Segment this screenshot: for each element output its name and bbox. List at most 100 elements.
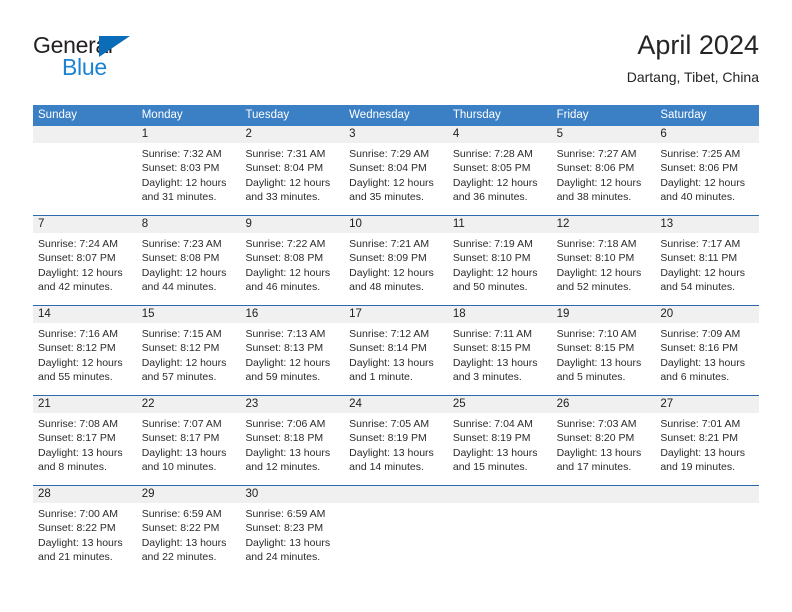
daylight-text-line1: Daylight: 13 hours bbox=[141, 536, 227, 549]
sunset-text: Sunset: 8:19 PM bbox=[349, 432, 427, 445]
weekday-sunday: Sunday bbox=[38, 109, 78, 121]
calendar-week-row: 7 Sunrise: 7:24 AM Sunset: 8:07 PM Dayli… bbox=[33, 215, 760, 305]
sunrise-text: Sunrise: 7:31 AM bbox=[245, 148, 326, 160]
daylight-text-line1: Daylight: 13 hours bbox=[452, 356, 538, 369]
sunset-text: Sunset: 8:13 PM bbox=[245, 342, 324, 355]
day-details: Sunrise: 7:13 AM Sunset: 8:13 PM Dayligh… bbox=[240, 323, 344, 385]
daylight-text-line2: and 33 minutes. bbox=[245, 191, 321, 204]
sunset-text: Sunset: 8:05 PM bbox=[452, 162, 531, 175]
day-cell[interactable]: 13 Sunrise: 7:17 AM Sunset: 8:11 PM Dayl… bbox=[655, 216, 760, 305]
day-cell[interactable]: 5 Sunrise: 7:27 AM Sunset: 8:06 PM Dayli… bbox=[551, 126, 656, 215]
daylight-text-line2: and 14 minutes. bbox=[349, 461, 424, 474]
sunset-text: Sunset: 8:10 PM bbox=[556, 252, 635, 265]
day-cell[interactable]: 4 Sunrise: 7:28 AM Sunset: 8:05 PM Dayli… bbox=[447, 126, 552, 215]
day-cell[interactable]: 18 Sunrise: 7:11 AM Sunset: 8:15 PM Dayl… bbox=[447, 306, 552, 395]
daylight-text-line1: Daylight: 13 hours bbox=[660, 446, 745, 459]
day-cell[interactable]: 20 Sunrise: 7:09 AM Sunset: 8:16 PM Dayl… bbox=[655, 306, 760, 395]
sunrise-text: Sunrise: 7:05 AM bbox=[349, 418, 430, 430]
day-details: Sunrise: 7:32 AM Sunset: 8:03 PM Dayligh… bbox=[137, 143, 241, 205]
day-cell[interactable]: 19 Sunrise: 7:10 AM Sunset: 8:15 PM Dayl… bbox=[551, 306, 656, 395]
day-cell[interactable]: 1 Sunrise: 7:32 AM Sunset: 8:03 PM Dayli… bbox=[136, 126, 241, 215]
day-cell[interactable]: 29 Sunrise: 6:59 AM Sunset: 8:22 PM Dayl… bbox=[136, 486, 241, 575]
sunrise-text: Sunrise: 7:19 AM bbox=[452, 238, 533, 250]
day-details: Sunrise: 7:07 AM Sunset: 8:17 PM Dayligh… bbox=[137, 413, 241, 475]
sunset-text: Sunset: 8:23 PM bbox=[245, 522, 324, 535]
sunset-text: Sunset: 8:04 PM bbox=[245, 162, 324, 175]
sunrise-text: Sunrise: 7:15 AM bbox=[141, 328, 222, 340]
day-cell[interactable]: 28 Sunrise: 7:00 AM Sunset: 8:22 PM Dayl… bbox=[33, 486, 137, 575]
daylight-text-line2: and 19 minutes. bbox=[660, 461, 736, 474]
sunset-text: Sunset: 8:08 PM bbox=[245, 252, 324, 265]
daylight-text-line1: Daylight: 12 hours bbox=[38, 266, 123, 279]
day-cell[interactable]: 16 Sunrise: 7:13 AM Sunset: 8:13 PM Dayl… bbox=[240, 306, 345, 395]
day-cell bbox=[655, 486, 760, 575]
day-cell[interactable]: 24 Sunrise: 7:05 AM Sunset: 8:19 PM Dayl… bbox=[344, 396, 448, 485]
day-cell[interactable]: 7 Sunrise: 7:24 AM Sunset: 8:07 PM Dayli… bbox=[33, 216, 137, 305]
sunrise-text: Sunrise: 7:18 AM bbox=[556, 238, 637, 250]
day-cell bbox=[344, 486, 448, 575]
day-number: 7 bbox=[33, 216, 137, 233]
sunrise-text: Sunrise: 7:22 AM bbox=[245, 238, 326, 250]
day-cell[interactable]: 8 Sunrise: 7:23 AM Sunset: 8:08 PM Dayli… bbox=[136, 216, 241, 305]
weekday-monday: Monday bbox=[141, 109, 183, 121]
daylight-text-line2: and 36 minutes. bbox=[452, 191, 528, 204]
day-details: Sunrise: 6:59 AM Sunset: 8:22 PM Dayligh… bbox=[137, 503, 241, 565]
day-cell[interactable]: 30 Sunrise: 6:59 AM Sunset: 8:23 PM Dayl… bbox=[240, 486, 345, 575]
day-cell[interactable]: 12 Sunrise: 7:18 AM Sunset: 8:10 PM Dayl… bbox=[551, 216, 656, 305]
day-cell[interactable]: 21 Sunrise: 7:08 AM Sunset: 8:17 PM Dayl… bbox=[33, 396, 137, 485]
day-number: 9 bbox=[240, 216, 345, 233]
day-cell[interactable]: 15 Sunrise: 7:15 AM Sunset: 8:12 PM Dayl… bbox=[136, 306, 241, 395]
day-cell[interactable]: 14 Sunrise: 7:16 AM Sunset: 8:12 PM Dayl… bbox=[33, 306, 137, 395]
sunrise-text: Sunrise: 7:16 AM bbox=[38, 328, 118, 340]
page-title: April 2024 bbox=[637, 30, 759, 60]
daylight-text-line2: and 59 minutes. bbox=[245, 371, 321, 384]
day-number: 11 bbox=[447, 216, 552, 233]
daylight-text-line1: Daylight: 12 hours bbox=[38, 356, 123, 369]
daylight-text-line2: and 3 minutes. bbox=[452, 371, 522, 384]
day-cell[interactable]: 23 Sunrise: 7:06 AM Sunset: 8:18 PM Dayl… bbox=[240, 396, 345, 485]
day-cell[interactable]: 3 Sunrise: 7:29 AM Sunset: 8:04 PM Dayli… bbox=[344, 126, 448, 215]
calendar-grid: Sunday Monday Tuesday Wednesday Thursday… bbox=[33, 105, 760, 575]
day-number: 23 bbox=[240, 396, 345, 413]
sunset-text: Sunset: 8:11 PM bbox=[660, 252, 738, 265]
daylight-text-line2: and 35 minutes. bbox=[349, 191, 424, 204]
day-number: 6 bbox=[655, 126, 760, 143]
sunrise-text: Sunrise: 7:06 AM bbox=[245, 418, 326, 430]
day-cell[interactable]: 11 Sunrise: 7:19 AM Sunset: 8:10 PM Dayl… bbox=[447, 216, 552, 305]
day-cell[interactable]: 9 Sunrise: 7:22 AM Sunset: 8:08 PM Dayli… bbox=[240, 216, 345, 305]
day-cell[interactable]: 17 Sunrise: 7:12 AM Sunset: 8:14 PM Dayl… bbox=[344, 306, 448, 395]
day-number: 14 bbox=[33, 306, 137, 323]
day-number: 13 bbox=[655, 216, 760, 233]
daylight-text-line1: Daylight: 13 hours bbox=[556, 356, 642, 369]
day-cell[interactable]: 26 Sunrise: 7:03 AM Sunset: 8:20 PM Dayl… bbox=[551, 396, 656, 485]
daylight-text-line1: Daylight: 12 hours bbox=[349, 266, 434, 279]
daylight-text-line1: Daylight: 13 hours bbox=[660, 356, 745, 369]
daylight-text-line1: Daylight: 13 hours bbox=[452, 446, 538, 459]
day-number: 30 bbox=[240, 486, 345, 503]
sunrise-text: Sunrise: 7:27 AM bbox=[556, 148, 637, 160]
sunset-text: Sunset: 8:17 PM bbox=[38, 432, 116, 445]
daylight-text-line1: Daylight: 12 hours bbox=[349, 176, 434, 189]
day-details: Sunrise: 7:06 AM Sunset: 8:18 PM Dayligh… bbox=[240, 413, 344, 475]
daylight-text-line2: and 50 minutes. bbox=[452, 281, 528, 294]
daylight-text-line1: Daylight: 12 hours bbox=[141, 356, 227, 369]
day-number bbox=[344, 486, 448, 503]
logo-text-blue: Blue bbox=[62, 54, 107, 80]
day-cell[interactable]: 2 Sunrise: 7:31 AM Sunset: 8:04 PM Dayli… bbox=[240, 126, 345, 215]
day-cell[interactable]: 22 Sunrise: 7:07 AM Sunset: 8:17 PM Dayl… bbox=[136, 396, 241, 485]
sunrise-text: Sunrise: 7:10 AM bbox=[556, 328, 637, 340]
day-cell[interactable]: 10 Sunrise: 7:21 AM Sunset: 8:09 PM Dayl… bbox=[344, 216, 448, 305]
day-cell[interactable]: 25 Sunrise: 7:04 AM Sunset: 8:19 PM Dayl… bbox=[447, 396, 552, 485]
day-details: Sunrise: 7:12 AM Sunset: 8:14 PM Dayligh… bbox=[344, 323, 448, 385]
day-number: 25 bbox=[447, 396, 552, 413]
day-number: 19 bbox=[551, 306, 656, 323]
day-cell[interactable]: 27 Sunrise: 7:01 AM Sunset: 8:21 PM Dayl… bbox=[655, 396, 760, 485]
sunrise-text: Sunrise: 7:07 AM bbox=[141, 418, 222, 430]
daylight-text-line1: Daylight: 12 hours bbox=[245, 266, 331, 279]
sunset-text: Sunset: 8:12 PM bbox=[38, 342, 116, 355]
sunrise-text: Sunrise: 7:11 AM bbox=[452, 328, 533, 340]
day-cell[interactable]: 6 Sunrise: 7:25 AM Sunset: 8:06 PM Dayli… bbox=[655, 126, 760, 215]
daylight-text-line1: Daylight: 13 hours bbox=[38, 446, 123, 459]
sunset-text: Sunset: 8:16 PM bbox=[660, 342, 738, 355]
sunset-text: Sunset: 8:21 PM bbox=[660, 432, 738, 445]
